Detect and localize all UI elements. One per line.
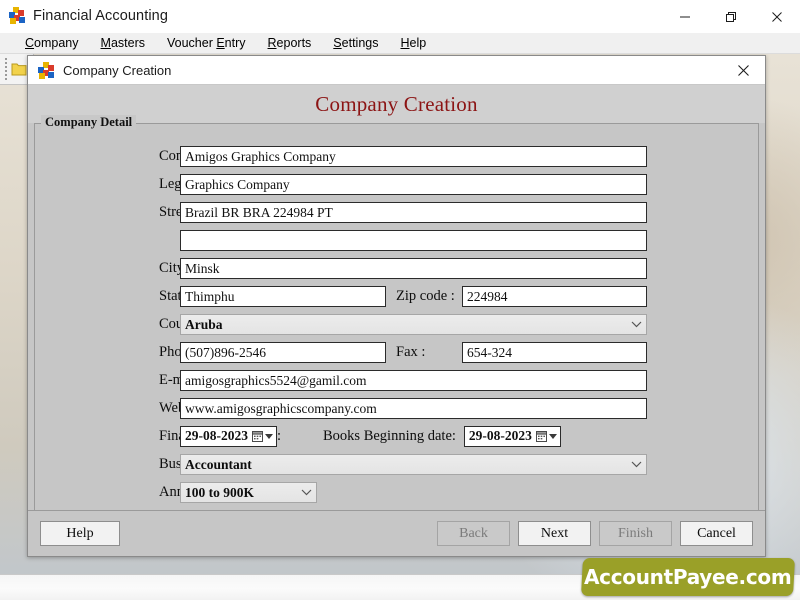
row-email: E-mail : amigosgraphics5524@gamil.com [47,366,746,394]
row-legal-name: Legal name : Graphics Company [47,170,746,198]
financial-year-value: 29-08-2023 [185,428,252,444]
street-2-input[interactable] [180,230,647,251]
calendar-icon [536,431,547,442]
books-begin-value: 29-08-2023 [469,428,536,444]
financial-year-label: Financial year from : [47,428,180,445]
dialog-body: Company Creation Company Detail Company … [28,85,765,556]
legal-name-label: Legal name : [47,176,180,193]
row-business-type: Business type : Accountant [47,450,746,478]
dialog-title: Company Creation [63,63,171,78]
window-title-bar: Financial Accounting [0,0,800,33]
company-name-input[interactable]: Amigos Graphics Company [180,146,647,167]
row-website: Web site : www.amigosgraphicscompany.com [47,394,746,422]
chevron-down-icon [631,320,642,328]
business-type-select-value: Accountant [185,455,252,474]
calendar-icon [252,431,263,442]
menu-item-company[interactable]: Company [14,33,90,54]
email-input[interactable]: amigosgraphics5524@gamil.com [180,370,647,391]
watermark-badge: AccountPayee.com [581,558,795,596]
annual-revenue-select-value: 100 to 900K [185,483,254,502]
minimize-icon[interactable] [662,0,708,33]
close-icon[interactable] [721,56,765,85]
company-detail-group: Company Detail Company name : Amigos Gra… [34,123,759,510]
menu-item-voucher-entry-label: ntry [225,36,246,50]
zip-code-input[interactable]: 224984 [462,286,647,307]
page-title: Company Creation [28,85,765,123]
menu-item-help-label: elp [410,36,427,50]
dialog-title-bar: Company Creation [28,56,765,85]
chevron-down-icon [631,460,642,468]
fax-input[interactable]: 654-324 [462,342,647,363]
company-creation-dialog: Company Creation Company Creation Compan… [27,55,766,557]
wizard-button-group: Back Next Finish Cancel [437,521,753,546]
city-label: City : [47,260,180,277]
next-button[interactable]: Next [518,521,591,546]
row-state-zip: State : Thimphu Zip code : 224984 [47,282,746,310]
cancel-button[interactable]: Cancel [680,521,753,546]
folder-icon[interactable] [11,62,27,76]
business-type-label: Business type : [47,456,180,473]
row-street-2 [47,226,746,254]
watermark-label: AccountPayee.com [584,565,791,589]
financial-year-datepicker[interactable]: 29-08-2023 [180,426,277,447]
menu-item-masters[interactable]: Masters [90,33,156,54]
company-detail-form: Company name : Amigos Graphics Company L… [35,142,758,510]
email-label: E-mail : [47,372,180,389]
street-input[interactable]: Brazil BR BRA 224984 PT [180,202,647,223]
application-window: Financial Accounting Company Masters [0,0,800,600]
country-select-value: Aruba [185,315,223,334]
menu-item-company-label: ompany [34,36,78,50]
street-label: Street : [47,204,180,221]
row-annual-revenue: Annual revenue : 100 to 900K [47,478,746,506]
row-phone-fax: Phone : (507)896-2546 Fax : 654-324 [47,338,746,366]
row-country: Country : Aruba [47,310,746,338]
menu-item-settings[interactable]: Settings [322,33,389,54]
row-street: Street : Brazil BR BRA 224984 PT [47,198,746,226]
phone-input[interactable]: (507)896-2546 [180,342,386,363]
fax-label: Fax : [396,344,462,361]
client-area: Company Creation Company Creation Compan… [0,54,800,600]
annual-revenue-select[interactable]: 100 to 900K [180,482,317,503]
country-select[interactable]: Aruba [180,314,647,335]
row-dates: Financial year from : 29-08-2023 [47,422,746,450]
toolbar-grip[interactable] [2,58,9,80]
phone-label: Phone : [47,344,180,361]
legal-name-input[interactable]: Graphics Company [180,174,647,195]
help-button[interactable]: Help [40,521,120,546]
app-logo-icon [8,7,26,25]
state-input[interactable]: Thimphu [180,286,386,307]
website-label: Web site : [47,400,180,417]
business-type-select[interactable]: Accountant [180,454,647,475]
dialog-button-bar: Help Back Next Finish Cancel [28,510,765,556]
menu-bar: Company Masters Voucher Entry Reports Se… [0,33,800,54]
back-button[interactable]: Back [437,521,510,546]
date-dropdown-arrow-icon[interactable] [265,434,273,439]
menu-item-settings-label: ettings [342,36,379,50]
city-input[interactable]: Minsk [180,258,647,279]
menu-item-masters-label: asters [111,36,145,50]
website-input[interactable]: www.amigosgraphicscompany.com [180,398,647,419]
window-controls [662,0,800,33]
finish-button[interactable]: Finish [599,521,672,546]
country-label: Country : [47,316,180,333]
books-begin-label: Books Beginning date: [323,428,456,445]
zip-code-label: Zip code : [396,288,462,305]
chevron-down-icon [301,488,312,496]
app-logo-icon [38,62,55,79]
restore-icon[interactable] [708,0,754,33]
group-legend: Company Detail [41,115,136,130]
app-title: Financial Accounting [33,8,168,24]
row-company-name: Company name : Amigos Graphics Company [47,142,746,170]
books-begin-datepicker[interactable]: 29-08-2023 [464,426,561,447]
menu-item-help[interactable]: Help [389,33,437,54]
menu-item-voucher-entry[interactable]: Voucher Entry [156,33,257,54]
company-name-label: Company name : [47,148,180,165]
menu-item-reports[interactable]: Reports [257,33,323,54]
close-icon[interactable] [754,0,800,33]
date-dropdown-arrow-icon[interactable] [549,434,557,439]
state-label: State : [47,288,180,305]
menu-item-reports-label: eports [277,36,312,50]
annual-revenue-label: Annual revenue : [47,484,180,501]
row-city: City : Minsk [47,254,746,282]
